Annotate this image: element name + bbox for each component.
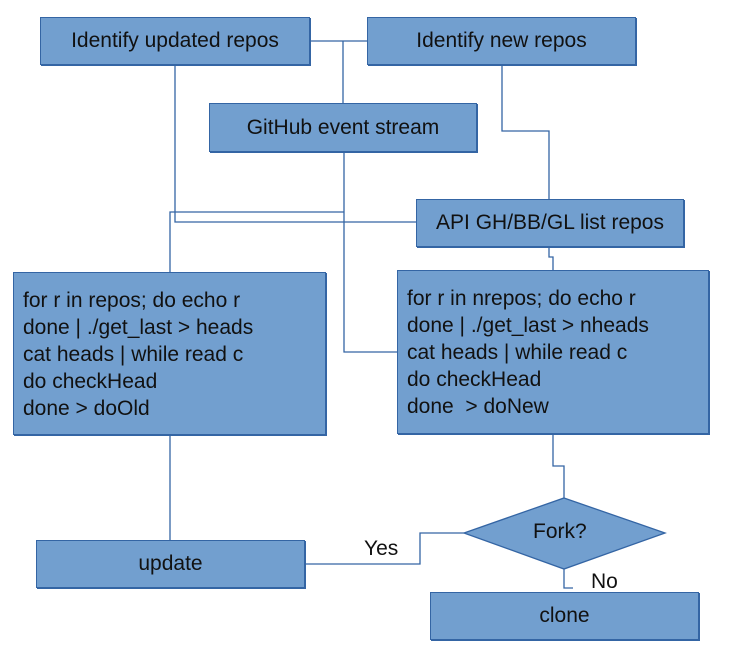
update-node: update (36, 540, 305, 588)
new-script-line: done | ./get_last > nheads (407, 314, 649, 337)
new-repos-script-node: for r in nrepos; do echo r done | ./get_… (397, 270, 709, 434)
old-script-line: done > doOld (23, 397, 150, 420)
edge-label-yes: Yes (364, 537, 399, 560)
clone-label: clone (539, 604, 590, 627)
fork-decision-label: Fork? (533, 520, 587, 543)
clone-node: clone (430, 592, 699, 640)
identify-new-repos-node: Identify new repos (367, 17, 636, 65)
old-script-line: cat heads | while read c (23, 343, 244, 366)
edge-new-to-api (501, 65, 550, 199)
identify-new-repos-label: Identify new repos (416, 29, 587, 52)
github-event-stream-node: GitHub event stream (209, 103, 477, 152)
old-script-line: do checkHead (23, 370, 158, 393)
new-script-line: done > doNew (407, 395, 549, 418)
edge-api-to-new-code (548, 247, 554, 270)
edge-github-to-new-code (343, 152, 397, 353)
new-script-line: for r in nrepos; do echo r (407, 287, 636, 310)
old-repos-script-node: for r in repos; do echo r done | ./get_l… (13, 272, 326, 435)
api-list-repos-node: API GH/BB/GL list repos (416, 199, 684, 247)
github-event-stream-label: GitHub event stream (246, 115, 440, 139)
edge-github-to-old-code (169, 211, 344, 272)
update-label: update (138, 552, 203, 575)
identify-updated-repos-node: Identify updated repos (40, 17, 310, 65)
identify-updated-repos-label: Identify updated repos (71, 29, 279, 52)
old-script-line: for r in repos; do echo r (23, 289, 241, 312)
edge-new-code-to-fork (552, 434, 565, 498)
old-script-line: done | ./get_last > heads (23, 316, 254, 339)
edge-label-no: No (591, 570, 618, 593)
new-script-line: do checkHead (407, 368, 542, 391)
new-script-line: cat heads | while read c (407, 341, 628, 364)
api-list-repos-label: API GH/BB/GL list repos (436, 211, 664, 234)
edge-fork-no-to-clone (563, 569, 573, 589)
